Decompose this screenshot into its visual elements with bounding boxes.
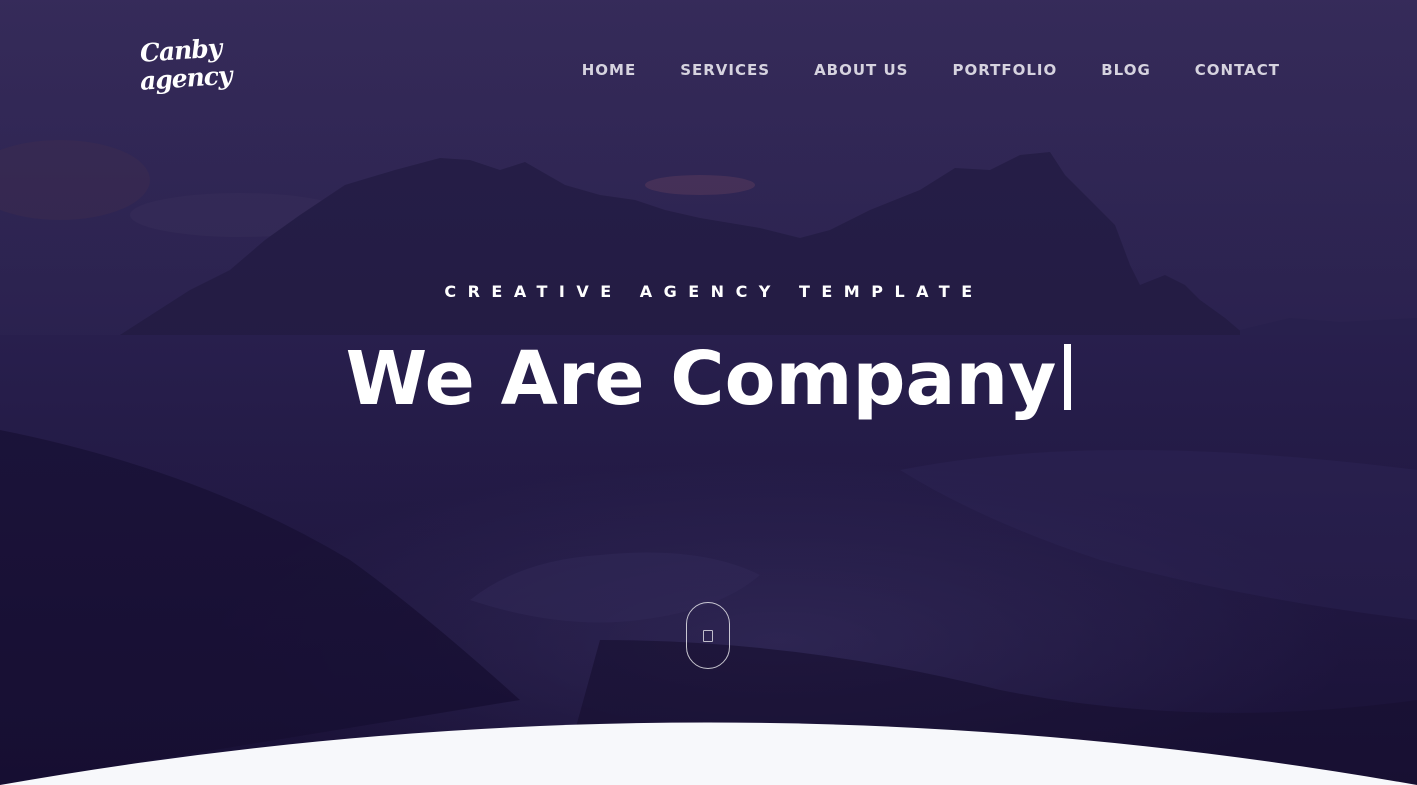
nav-contact[interactable]: CONTACT <box>1195 60 1280 80</box>
logo-text-line2: agency <box>139 60 233 96</box>
hero-subtitle: CREATIVE AGENCY TEMPLATE <box>444 282 984 301</box>
typing-cursor <box>1064 344 1072 410</box>
scroll-wheel-icon <box>703 630 713 642</box>
nav-home[interactable]: HOME <box>582 60 636 80</box>
nav-blog[interactable]: BLOG <box>1101 60 1151 80</box>
nav-about-us[interactable]: ABOUT US <box>814 60 908 80</box>
hero-section: Canby agency HOME SERVICES ABOUT US PORT… <box>0 0 1417 785</box>
main-nav: HOME SERVICES ABOUT US PORTFOLIO BLOG CO… <box>582 60 1280 80</box>
mouse-scroll-icon[interactable] <box>686 602 730 669</box>
hero-headline: We Are Company <box>0 334 1417 424</box>
bottom-curve-divider <box>0 722 1417 785</box>
hero-headline-text: We Are Company <box>345 336 1057 422</box>
brand-logo[interactable]: Canby agency <box>139 33 233 108</box>
nav-services[interactable]: SERVICES <box>680 60 770 80</box>
nav-portfolio[interactable]: PORTFOLIO <box>952 60 1057 80</box>
